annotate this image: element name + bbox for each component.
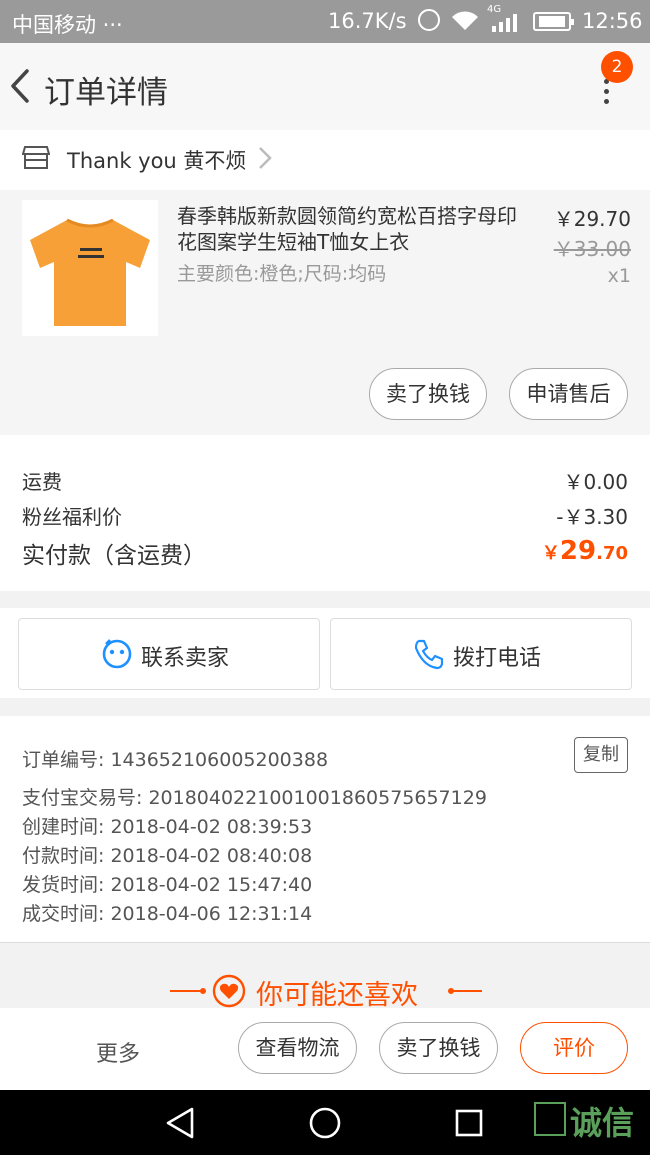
carrier-label: 中国移动 ···: [12, 13, 123, 37]
nav-home-icon[interactable]: [308, 1106, 342, 1140]
alipay-trade-number: 支付宝交易号: 2018040221001001860575657129: [22, 787, 487, 809]
battery-icon: [533, 12, 574, 31]
call-phone-label: 拨打电话: [453, 646, 542, 671]
chat-face-icon: [102, 639, 132, 669]
network-speed: 16.7K/s: [328, 9, 407, 33]
back-icon[interactable]: [8, 67, 34, 105]
contact-bar: 联系卖家 拨打电话: [0, 608, 650, 698]
chevron-right-icon: [259, 147, 272, 169]
fee-summary: 运费 ￥0.00 粉丝福利价 -￥3.30 实付款（含运费） ￥29.70: [0, 435, 650, 591]
product-image: [22, 200, 158, 336]
divider-dot: [200, 988, 206, 994]
bottom-action-bar: 更多 查看物流 卖了换钱 评价: [0, 1008, 650, 1090]
total-label: 实付款（含运费）: [22, 543, 206, 569]
product-original-price: ￥33.00: [553, 237, 631, 261]
product-quantity: x1: [607, 265, 631, 287]
shipping-value: ￥0.00: [563, 470, 628, 494]
shipping-row: 运费 ￥0.00: [22, 466, 628, 495]
total-value: ￥29.70: [541, 536, 628, 566]
alarm-icon: [418, 9, 440, 31]
recommend-title: 你可能还喜欢: [256, 980, 418, 1011]
product-item[interactable]: 春季韩版新款圆领简约宽松百搭字母印花图案学生短袖T恤女上衣 主要颜色:橙色;尺码…: [0, 190, 650, 435]
phone-icon: [414, 639, 444, 670]
recommend-section: 你可能还喜欢: [0, 942, 650, 1011]
created-time: 创建时间: 2018-04-02 08:39:53: [22, 816, 313, 838]
tshirt-icon: [30, 218, 150, 326]
nav-back-icon[interactable]: [164, 1106, 196, 1140]
shop-row[interactable]: Thank you 黄不烦: [0, 130, 650, 190]
discount-row: 粉丝福利价 -￥3.30: [22, 501, 628, 530]
status-bar: 中国移动 ··· 16.7K/s 4G 12:56: [0, 0, 650, 43]
system-nav-bar: 诚信: [0, 1090, 650, 1155]
divider-right: [450, 990, 482, 992]
shipping-label: 运费: [22, 470, 62, 494]
clock: 12:56: [582, 9, 643, 33]
divider-left: [170, 990, 202, 992]
contact-seller-button[interactable]: 联系卖家: [18, 618, 320, 690]
evaluate-button[interactable]: 评价: [520, 1022, 628, 1074]
product-spec: 主要颜色:橙色;尺码:均码: [177, 263, 387, 285]
heart-icon: [212, 974, 246, 1008]
watermark-text: 诚信: [570, 1104, 635, 1142]
more-options-icon[interactable]: [596, 79, 616, 111]
view-logistics-button[interactable]: 查看物流: [238, 1022, 357, 1074]
discount-label: 粉丝福利价: [22, 505, 122, 529]
signal-icon: [492, 14, 517, 32]
nav-header: 订单详情 2: [0, 43, 650, 130]
shop-icon: [22, 146, 50, 169]
total-row: 实付款（含运费） ￥29.70: [22, 536, 628, 570]
resell-bottom-button[interactable]: 卖了换钱: [379, 1022, 498, 1074]
call-phone-button[interactable]: 拨打电话: [330, 618, 632, 690]
completed-time: 成交时间: 2018-04-06 12:31:14: [22, 903, 313, 925]
nav-recents-icon[interactable]: [454, 1108, 484, 1138]
product-price: ￥29.70: [553, 207, 631, 231]
contact-seller-label: 联系卖家: [141, 646, 230, 671]
more-button[interactable]: 更多: [96, 1036, 140, 1068]
wifi-icon: [452, 11, 478, 30]
shop-name: Thank you 黄不烦: [67, 149, 247, 173]
discount-value: -￥3.30: [556, 505, 628, 529]
copy-button[interactable]: 复制: [574, 737, 628, 773]
order-info: 订单编号: 143652106005200388 复制 支付宝交易号: 2018…: [0, 716, 650, 942]
shipped-time: 发货时间: 2018-04-02 15:47:40: [22, 874, 313, 896]
page-title: 订单详情: [44, 75, 168, 111]
after-sales-button[interactable]: 申请售后: [509, 368, 628, 420]
resell-button[interactable]: 卖了换钱: [369, 368, 487, 420]
watermark-logo: [534, 1102, 566, 1136]
paid-time: 付款时间: 2018-04-02 08:40:08: [22, 845, 313, 867]
order-number: 订单编号: 143652106005200388: [22, 749, 329, 771]
notification-badge: 2: [601, 51, 633, 83]
product-name: 春季韩版新款圆领简约宽松百搭字母印花图案学生短袖T恤女上衣: [177, 204, 517, 254]
